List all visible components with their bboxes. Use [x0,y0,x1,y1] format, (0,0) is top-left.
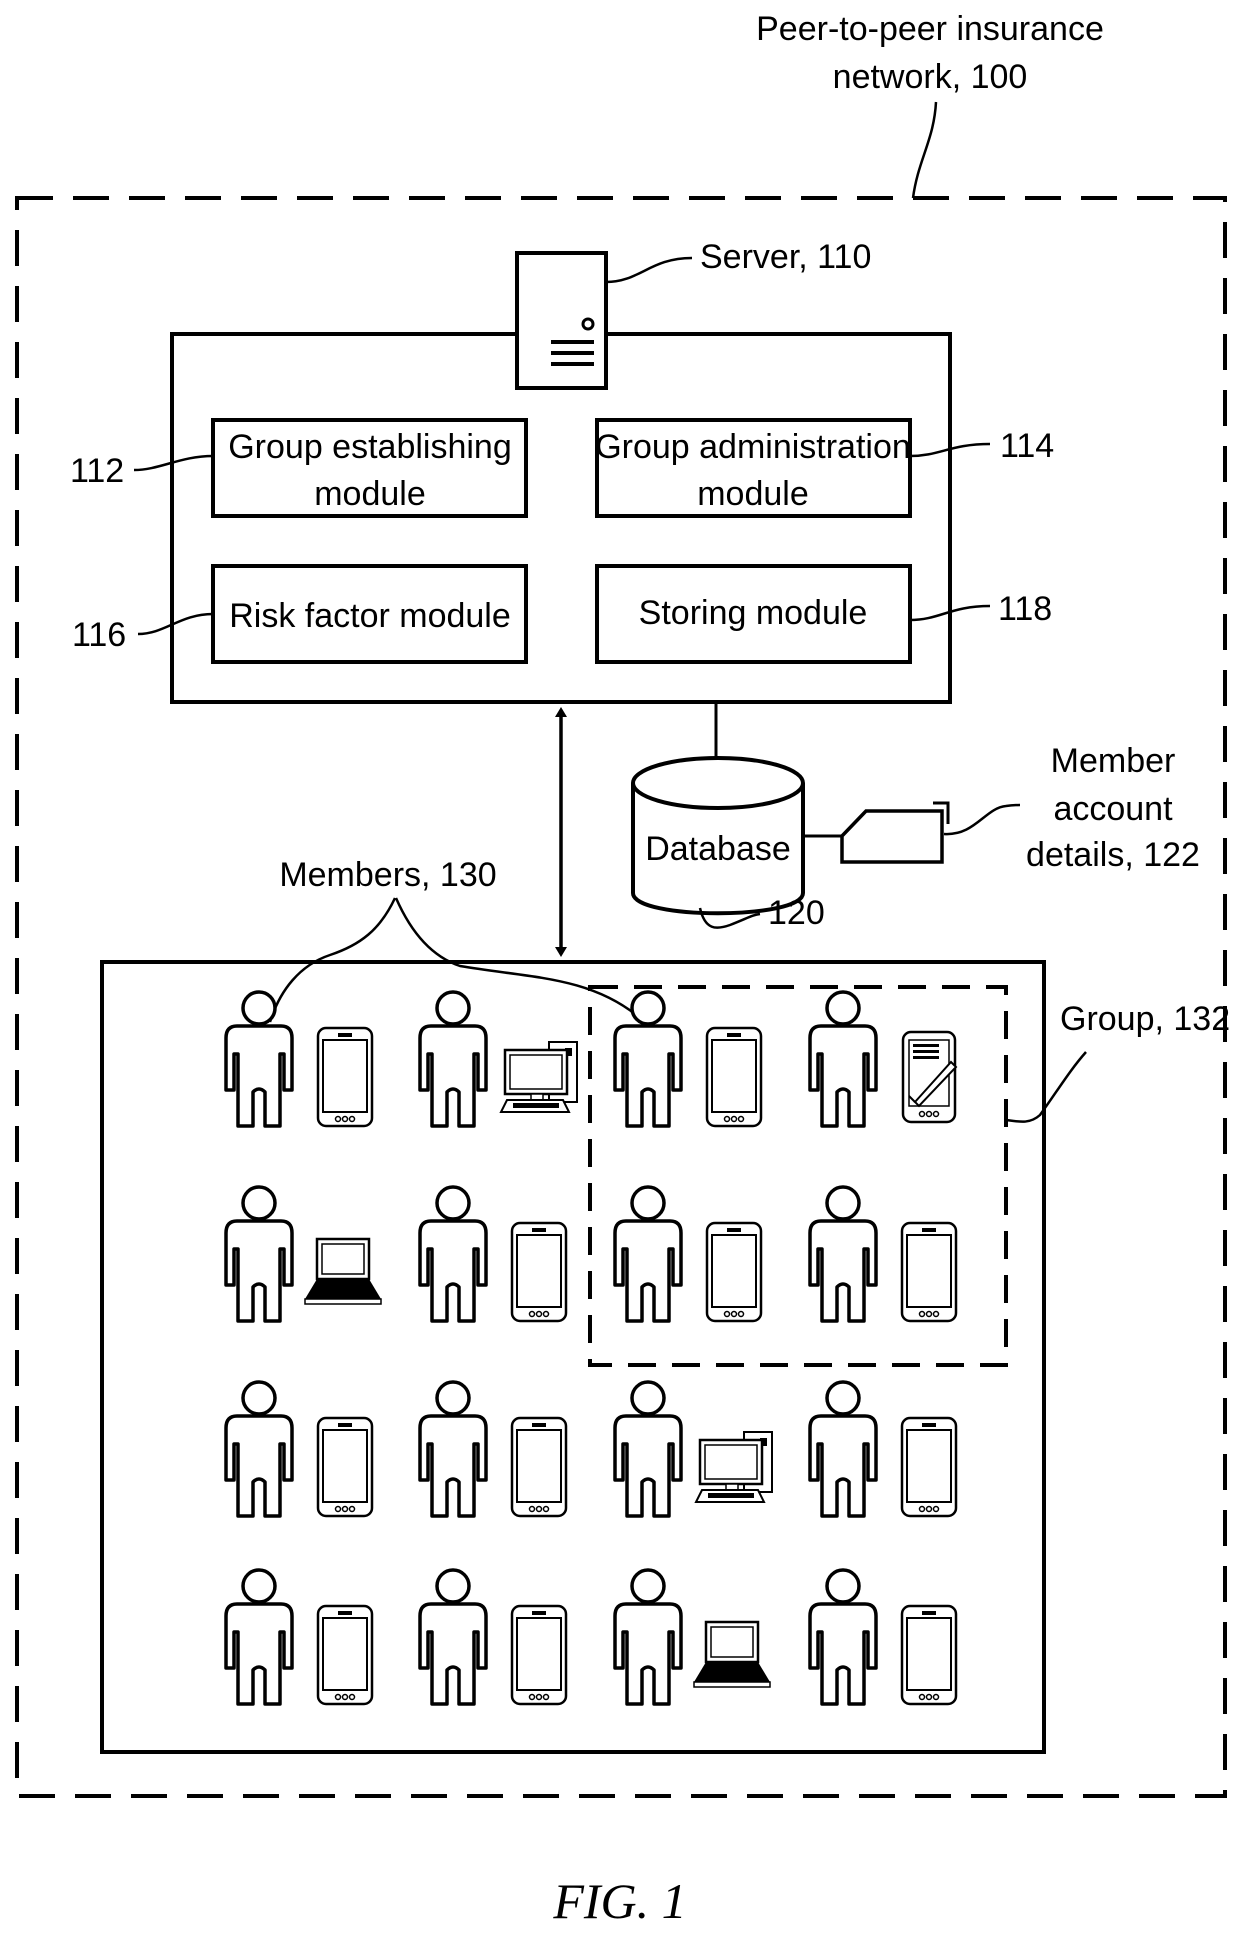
person-icon [418,1380,488,1518]
server-icon [515,251,608,390]
ref-118: 118 [998,590,1052,628]
ref-leader-116 [137,612,214,636]
phone-icon [705,1221,763,1323]
phone-icon [316,1604,374,1706]
laptop-icon [692,1620,772,1689]
module-label-line2: module [314,475,426,513]
person-icon [613,990,683,1128]
diagram-canvas: Peer-to-peer insurance network, 100 Serv… [15,10,1230,1929]
member-item [808,1185,958,1323]
person-icon [808,1568,878,1706]
phone-icon [900,1604,958,1706]
laptop-icon [303,1237,383,1306]
person-icon [224,1568,294,1706]
person-icon [224,1185,294,1323]
desktop-icon [694,1430,774,1504]
member-item [418,1185,568,1323]
member-item [613,1568,772,1706]
phone-icon [510,1416,568,1518]
account-leader-line [943,803,1021,836]
module-label-line2: module [697,475,809,513]
person-icon [418,1185,488,1323]
figure-caption: FIG. 1 [552,1873,686,1929]
person-icon [224,1380,294,1518]
phone-icon [900,1416,958,1518]
module-risk-factor: Risk factor module [211,564,528,664]
network-label-line2: network, 100 [833,58,1028,96]
ref-112: 112 [70,452,124,490]
phone-icon [510,1221,568,1323]
member-item [613,990,763,1128]
ref-116: 116 [72,616,126,654]
account-label-line1: Member [1051,742,1176,780]
phone-icon [316,1026,374,1128]
person-icon [808,1185,878,1323]
module-storing: Storing module [595,564,912,664]
member-item [808,1568,958,1706]
person-icon [613,1185,683,1323]
member-item [613,1185,763,1323]
module-label-line1: Group administration [595,428,911,466]
phone-icon [510,1604,568,1706]
phone-icon [316,1416,374,1518]
member-item [418,1380,568,1518]
server-label: Server, 110 [700,238,871,276]
desktop-icon [499,1040,579,1114]
person-icon [808,1380,878,1518]
ref-114: 114 [1000,427,1054,465]
phone-icon [900,1221,958,1323]
member-item [418,990,579,1128]
member-item [613,1380,774,1518]
member-item [808,1380,958,1518]
module-label: Storing module [639,594,868,632]
person-icon [224,990,294,1128]
member-item [224,1380,374,1518]
member-item [224,1568,374,1706]
member-item [224,1185,383,1323]
module-group-administration: Group administration module [595,418,912,518]
ref-120: 120 [768,894,825,932]
person-icon [613,1380,683,1518]
member-item [418,1568,568,1706]
member-item [808,990,958,1128]
person-icon [808,990,878,1128]
account-label-line3: details, 122 [1026,836,1200,874]
module-label: Risk factor module [229,597,511,635]
person-icon [613,1568,683,1706]
server-leader-line [605,256,693,284]
phone-icon [705,1026,763,1128]
tablet-icon [901,1030,958,1124]
group-label: Group, 132 [1060,1000,1230,1038]
members-leader-line-2 [394,897,641,1019]
person-icon [418,990,488,1128]
module-group-establishing: Group establishing module [211,418,528,518]
network-label-line1: Peer-to-peer insurance [756,10,1104,48]
module-label-line1: Group establishing [228,428,512,466]
person-icon [418,1568,488,1706]
member-item [224,990,374,1128]
account-label-line2: account [1053,790,1173,828]
database-label: Database [645,830,791,868]
members-label: Members, 130 [279,856,496,894]
network-leader-line [911,101,938,199]
